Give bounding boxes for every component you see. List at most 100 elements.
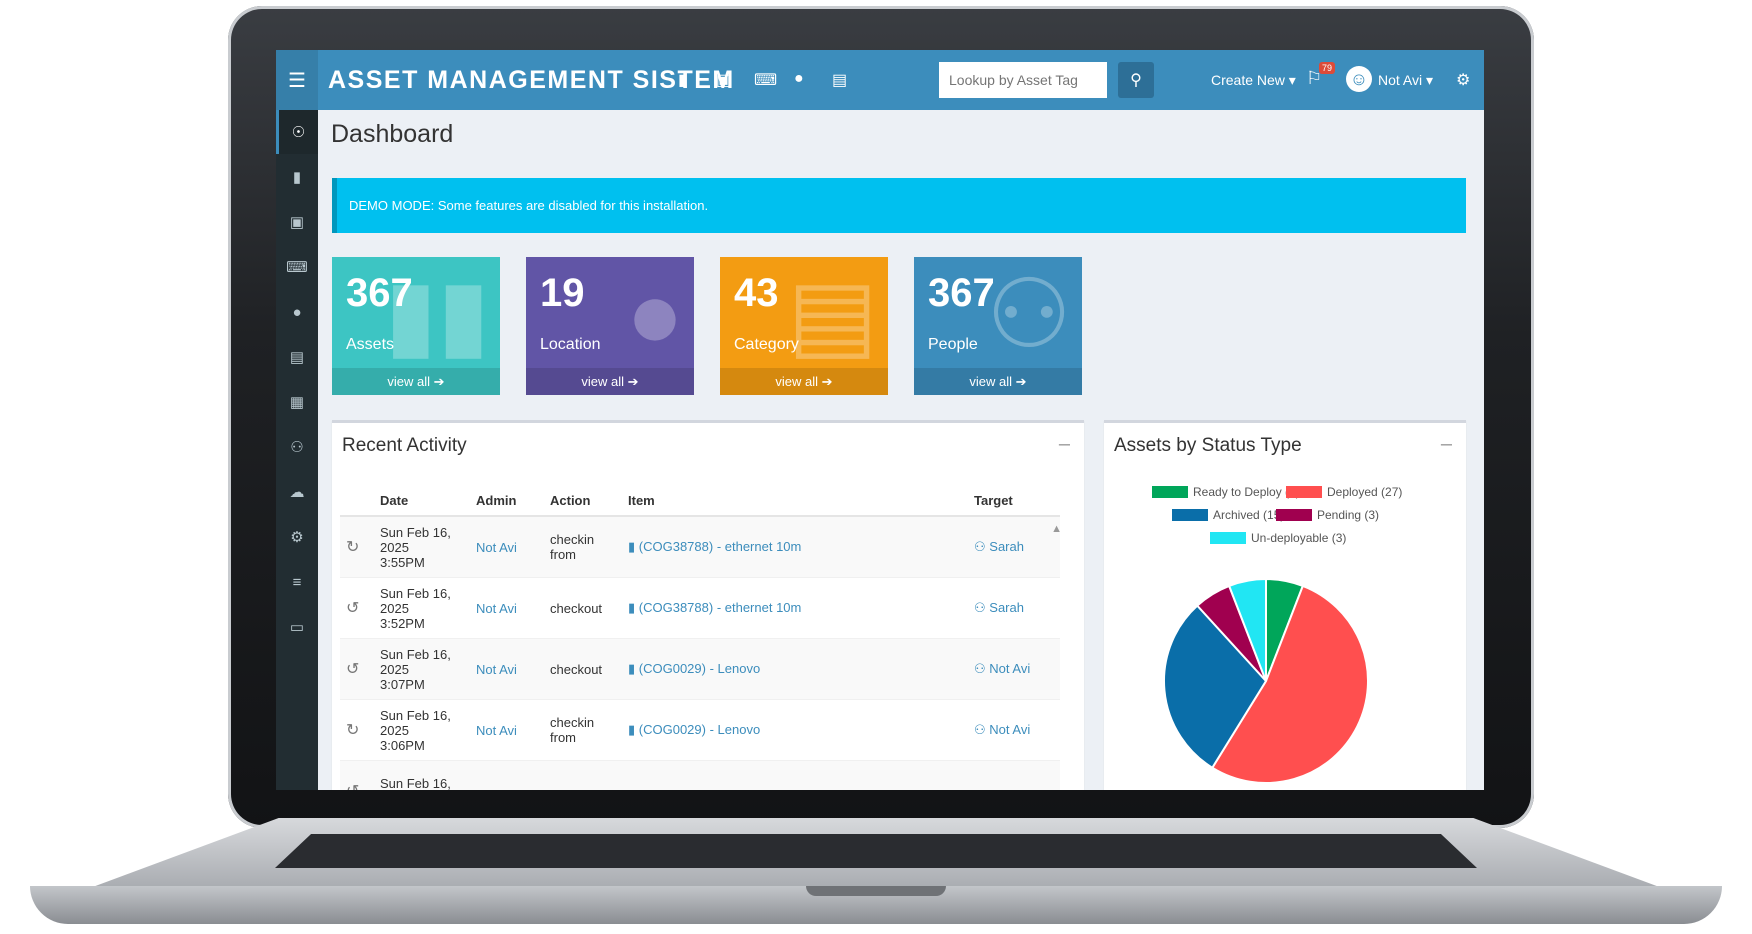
hdd-icon[interactable]: ▤ [832,70,847,90]
user-avatar[interactable]: ☺ [1346,66,1372,92]
sidebar-item-kits[interactable]: ▦ [276,380,318,424]
column-header-icon [340,485,374,517]
row-date: Sun Feb 16, 2025 [380,585,451,616]
box-title: Recent Activity [342,435,467,456]
view-all-link[interactable]: view all ➔ [720,368,888,395]
tile-assets[interactable]: ▮▮ 367 Assets view all ➔ [332,257,500,395]
drop-icon: ● [626,261,684,368]
tile-label: People [928,336,978,353]
sidebar-item-people[interactable]: ⚇ [276,425,318,469]
settings-gear-icon[interactable]: ⚙ [1456,70,1470,90]
row-target-link[interactable]: ⚇ Not Avi [974,722,1030,737]
row-action: checkout [550,600,603,616]
column-header[interactable]: Target [968,485,1060,517]
kit-icon: ▦ [289,394,305,411]
row-time: 3:06PM [380,737,425,753]
column-header[interactable]: Date [374,485,470,517]
row-target-label: Sarah [989,600,1024,615]
asset-tag-search-input[interactable] [939,62,1107,98]
create-new-menu[interactable]: Create New ▾ [1211,72,1296,89]
row-item-label: (COG0029) - Lenovo [638,722,761,737]
row-item-link[interactable]: ▮ (COG0029) - Lenovo [628,661,760,676]
row-action: checkout [550,661,603,677]
tile-people[interactable]: ⚇ 367 People view all ➔ [914,257,1082,395]
sidebar-item-components[interactable]: ▤ [276,335,318,379]
table-row: ↻ Sun Feb 16, 2025 3:55PM Not Avi checkin… [340,516,1060,578]
barcode-icon[interactable]: ▮ [678,70,687,90]
status-pie-chart [1163,577,1369,784]
app-brand[interactable]: ASSET MANAGEMENT SISTEM [328,66,735,95]
sidebar-item-import[interactable]: ☁ [276,470,318,514]
row-item-link[interactable]: ▮ (COG38788) - ethernet 10m [628,600,801,615]
top-navbar: ☰ ASSET MANAGEMENT SISTEM ▮ ▣ ⌨ ● ▤ ⚲ Cr… [276,50,1484,110]
table-row: ↺ Sun Feb 16, 2025 [340,760,1060,790]
scroll-up-arrow[interactable]: ▲ [1051,523,1062,535]
tile-count: 367 [346,271,413,315]
row-admin-link[interactable]: Not Avi [476,540,517,555]
checkout-icon: ↺ [346,661,360,678]
tile-location[interactable]: ● 19 Location view all ➔ [526,257,694,395]
row-date: Sun Feb 16, 2025 [380,524,451,555]
row-date: Sun Feb 16, 2025 [380,707,451,738]
hdd-icon: ▤ [289,349,305,366]
screen: ☰ ASSET MANAGEMENT SISTEM ▮ ▣ ⌨ ● ▤ ⚲ Cr… [276,50,1484,790]
row-admin-link[interactable]: Not Avi [476,662,517,677]
dashboard-icon: ☉ [291,124,306,141]
tile-count: 43 [734,271,779,315]
sidebar-item-assets[interactable]: ▮ [276,155,318,199]
collapse-button[interactable]: – [1059,433,1070,456]
barcode-icon: ▮ [628,661,636,676]
view-all-link[interactable]: view all ➔ [332,368,500,395]
row-item-link[interactable]: ▮ (COG0029) - Lenovo [628,722,760,737]
keyboard-icon[interactable]: ⌨ [754,70,777,90]
row-target-link[interactable]: ⚇ Sarah [974,600,1024,615]
user-menu[interactable]: Not Avi ▾ [1378,72,1433,89]
row-admin-link[interactable]: Not Avi [476,601,517,616]
checkin-icon: ↻ [346,722,360,739]
hdd-icon: ▤ [787,261,878,368]
sidebar-item-settings[interactable]: ⚙ [276,515,318,559]
sidebar-toggle-button[interactable]: ☰ [276,50,318,110]
row-item-label: (COG0029) - Lenovo [638,661,761,676]
keyboard-icon: ⌨ [286,259,308,276]
sidebar-item-requestable[interactable]: ▭ [276,605,318,649]
row-target-label: Not Avi [989,661,1031,676]
drop-icon[interactable]: ● [794,70,804,88]
row-time: 3:07PM [380,676,425,692]
row-target-link[interactable]: ⚇ Sarah [974,539,1024,554]
sidebar-item-consumables[interactable]: ● [276,290,318,334]
checkout-icon: ↺ [346,600,360,617]
sidebar-item-licenses[interactable]: ▣ [276,200,318,244]
users-icon: ⚇ [985,261,1072,368]
sidebar-item-dashboard[interactable]: ☉ [276,110,318,154]
users-icon: ⚇ [290,439,304,456]
laptop-base [30,818,1722,930]
row-admin-link[interactable]: Not Avi [476,723,517,738]
barcode-icon: ▮ [628,539,636,554]
column-header[interactable]: Item [622,485,968,517]
row-target-link[interactable]: ⚇ Not Avi [974,661,1030,676]
barcode-icon: ▮ [628,600,636,615]
view-all-link[interactable]: view all ➔ [526,368,694,395]
search-button[interactable]: ⚲ [1118,62,1154,98]
license-icon: ▣ [289,214,305,231]
view-all-link[interactable]: view all ➔ [914,368,1082,395]
column-header[interactable]: Action [544,485,622,517]
row-item-link[interactable]: ▮ (COG38788) - ethernet 10m [628,539,801,554]
column-header[interactable]: Admin [470,485,544,517]
tile-label: Location [540,336,601,353]
barcode-icon: ▮ [292,169,302,186]
sidebar-item-accessories[interactable]: ⌨ [276,245,318,289]
tile-category[interactable]: ▤ 43 Category view all ➔ [720,257,888,395]
row-time: 3:55PM [380,554,425,570]
search-icon: ⚲ [1130,72,1142,89]
license-icon[interactable]: ▣ [716,70,731,90]
cloud-upload-icon: ☁ [289,484,305,501]
row-action: checkin from [550,532,595,562]
status-chart-box: Assets by Status Type – Ready to Deploy … [1104,420,1466,790]
user-icon: ⚇ [974,539,986,554]
sidebar-item-reports[interactable]: ≡ [276,560,318,604]
tile-count: 367 [928,271,995,315]
barcode-icon: ▮ [628,722,636,737]
hamburger-icon: ☰ [288,69,306,92]
